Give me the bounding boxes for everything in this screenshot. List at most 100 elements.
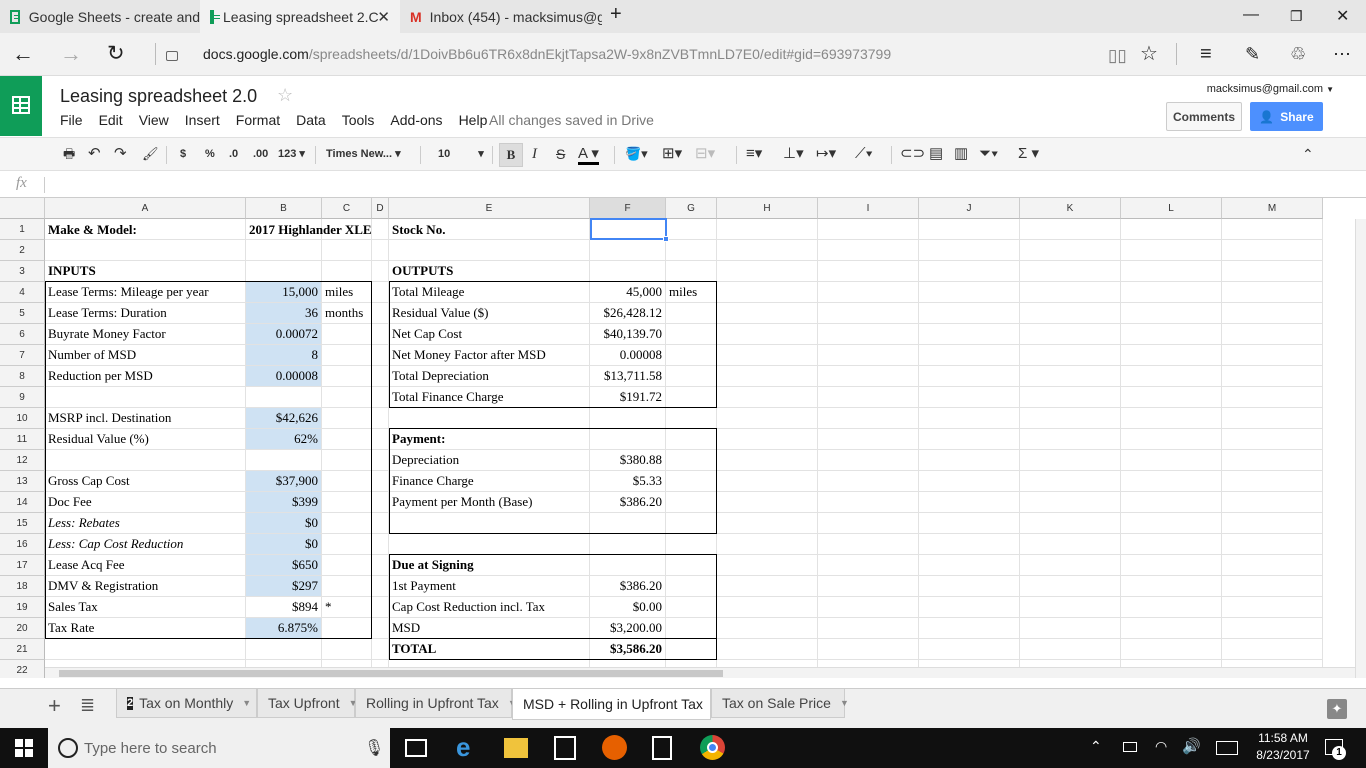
new-tab-icon[interactable]: + <box>610 3 622 26</box>
text-rotation-icon[interactable]: ⟋▾ <box>855 146 873 162</box>
cell-i3[interactable] <box>818 261 919 282</box>
row-header-10[interactable]: 10 <box>0 408 45 429</box>
add-sheet-icon[interactable]: + <box>48 693 61 719</box>
cell-g7[interactable] <box>666 345 717 366</box>
row-header-13[interactable]: 13 <box>0 471 45 492</box>
cell-b2[interactable] <box>246 240 322 261</box>
web-note-icon[interactable]: ✎ <box>1245 43 1260 65</box>
cell-k19[interactable] <box>1020 597 1121 618</box>
cell-d3[interactable] <box>372 261 389 282</box>
close-window-icon[interactable]: ✕ <box>1336 6 1349 26</box>
cell-j19[interactable] <box>919 597 1020 618</box>
cell-m16[interactable] <box>1222 534 1323 555</box>
column-header-f[interactable]: F <box>590 198 666 219</box>
cell-m20[interactable] <box>1222 618 1323 639</box>
menu-addons[interactable]: Add-ons <box>390 112 442 128</box>
increase-decimal-button[interactable]: .00 <box>253 146 268 162</box>
cell-g13[interactable] <box>666 471 717 492</box>
cell-h3[interactable] <box>717 261 818 282</box>
cell-h17[interactable] <box>717 555 818 576</box>
cell-c20[interactable] <box>322 618 372 639</box>
cell-i21[interactable] <box>818 639 919 660</box>
cell-h14[interactable] <box>717 492 818 513</box>
cell-b5[interactable]: 36 <box>246 303 322 324</box>
cell-g1[interactable] <box>666 219 717 240</box>
cell-d18[interactable] <box>372 576 389 597</box>
cell-i7[interactable] <box>818 345 919 366</box>
cell-b18[interactable]: $297 <box>246 576 322 597</box>
print-icon[interactable]: 🖶 <box>63 146 75 162</box>
cell-m6[interactable] <box>1222 324 1323 345</box>
document-title[interactable]: Leasing spreadsheet 2.0 <box>60 86 257 107</box>
favorite-star-icon[interactable]: ☆ <box>1140 43 1158 65</box>
account-email[interactable]: macksimus@gmail.com ▼ <box>1207 83 1334 95</box>
cell-h11[interactable] <box>717 429 818 450</box>
cell-m8[interactable] <box>1222 366 1323 387</box>
cell-m11[interactable] <box>1222 429 1323 450</box>
restore-icon[interactable]: ❐ <box>1290 8 1303 25</box>
cell-h20[interactable] <box>717 618 818 639</box>
menu-data[interactable]: Data <box>296 112 326 128</box>
cell-b9[interactable] <box>246 387 322 408</box>
cell-g19[interactable] <box>666 597 717 618</box>
back-icon[interactable]: ← <box>12 43 34 65</box>
cell-e16[interactable] <box>389 534 590 555</box>
cell-k3[interactable] <box>1020 261 1121 282</box>
cell-j13[interactable] <box>919 471 1020 492</box>
cell-c14[interactable] <box>322 492 372 513</box>
cell-b12[interactable] <box>246 450 322 471</box>
cell-d14[interactable] <box>372 492 389 513</box>
menu-file[interactable]: File <box>60 112 83 128</box>
cell-l11[interactable] <box>1121 429 1222 450</box>
cell-h18[interactable] <box>717 576 818 597</box>
cell-l1[interactable] <box>1121 219 1222 240</box>
cell-l7[interactable] <box>1121 345 1222 366</box>
share-button[interactable]: 👤 Share <box>1250 102 1323 131</box>
cell-f19[interactable]: $0.00 <box>590 597 666 618</box>
cell-k14[interactable] <box>1020 492 1121 513</box>
sheet-tab-rolling-upfront-tax[interactable]: Rolling in Upfront Tax▼ <box>355 689 517 718</box>
cell-g8[interactable] <box>666 366 717 387</box>
cell-c15[interactable] <box>322 513 372 534</box>
cell-e6[interactable]: Net Cap Cost <box>389 324 590 345</box>
cell-l2[interactable] <box>1121 240 1222 261</box>
cell-k9[interactable] <box>1020 387 1121 408</box>
cell-a14[interactable]: Doc Fee <box>45 492 246 513</box>
insert-chart-icon[interactable]: ▥ <box>954 146 968 162</box>
column-header-m[interactable]: M <box>1222 198 1323 219</box>
browser-tab-leasing[interactable]: Leasing spreadsheet 2.C ✕ <box>200 0 400 33</box>
browser-tab-inbox[interactable]: M Inbox (454) - macksimus@g <box>400 0 602 33</box>
cell-e11[interactable]: Payment: <box>389 429 590 450</box>
cell-e13[interactable]: Finance Charge <box>389 471 590 492</box>
cell-l5[interactable] <box>1121 303 1222 324</box>
cell-k6[interactable] <box>1020 324 1121 345</box>
cell-e5[interactable]: Residual Value ($) <box>389 303 590 324</box>
cell-b4[interactable]: 15,000 <box>246 282 322 303</box>
cell-i19[interactable] <box>818 597 919 618</box>
cell-f18[interactable]: $386.20 <box>590 576 666 597</box>
cell-m17[interactable] <box>1222 555 1323 576</box>
hub-icon[interactable]: ≡ <box>1200 43 1212 65</box>
cell-i5[interactable] <box>818 303 919 324</box>
comments-button[interactable]: Comments <box>1166 102 1242 131</box>
cell-c11[interactable] <box>322 429 372 450</box>
cell-g11[interactable] <box>666 429 717 450</box>
row-header-8[interactable]: 8 <box>0 366 45 387</box>
column-header-b[interactable]: B <box>246 198 322 219</box>
cell-d7[interactable] <box>372 345 389 366</box>
cell-e18[interactable]: 1st Payment <box>389 576 590 597</box>
file-explorer-icon[interactable] <box>504 738 528 758</box>
cell-c17[interactable] <box>322 555 372 576</box>
cell-l4[interactable] <box>1121 282 1222 303</box>
cell-c7[interactable] <box>322 345 372 366</box>
cell-h21[interactable] <box>717 639 818 660</box>
cell-i4[interactable] <box>818 282 919 303</box>
cell-l6[interactable] <box>1121 324 1222 345</box>
cell-f12[interactable]: $380.88 <box>590 450 666 471</box>
firefox-icon[interactable] <box>602 735 627 760</box>
cell-a4[interactable]: Lease Terms: Mileage per year <box>45 282 246 303</box>
cell-m1[interactable] <box>1222 219 1323 240</box>
cell-a5[interactable]: Lease Terms: Duration <box>45 303 246 324</box>
close-tab-icon[interactable]: ✕ <box>377 8 390 26</box>
row-header-20[interactable]: 20 <box>0 618 45 639</box>
